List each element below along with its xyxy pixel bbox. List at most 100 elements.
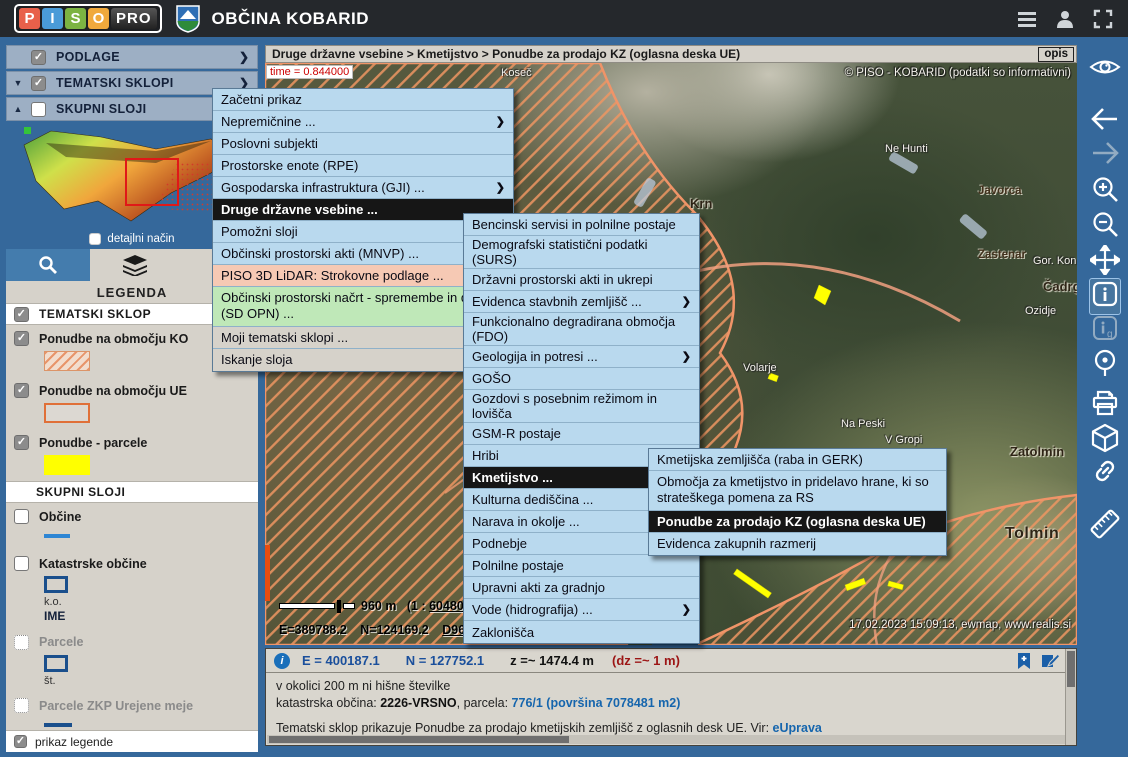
- scale-ratio-link[interactable]: 60480: [429, 599, 464, 613]
- map-place-label: Zatolmin: [1010, 444, 1064, 459]
- sidebar-panel-podlage[interactable]: ✓ PODLAGE ❯: [6, 45, 258, 69]
- horizontal-scrollbar[interactable]: [267, 735, 1065, 744]
- info-elevation-accuracy: (dz =~ 1 m): [612, 653, 680, 668]
- info-tool-active[interactable]: [1089, 278, 1121, 315]
- locate-icon[interactable]: [1091, 348, 1119, 378]
- skupni-sloji-checkbox[interactable]: ✓: [31, 102, 46, 117]
- parcele-zkp-checkbox[interactable]: ✓: [14, 698, 29, 713]
- arrow-back-icon[interactable]: [1090, 107, 1120, 131]
- vertical-scrollbar[interactable]: [1065, 649, 1076, 745]
- submenu-arrow-icon: ❯: [486, 115, 505, 128]
- municipality-crest-icon: [176, 5, 200, 33]
- menu-item[interactable]: Gospodarska infrastruktura (GJI) ...❯: [213, 177, 513, 199]
- page-title: OBČINA KOBARID: [212, 9, 369, 29]
- cube-3d-icon[interactable]: [1091, 423, 1119, 453]
- print-icon[interactable]: [1091, 390, 1119, 416]
- zoom-out-icon[interactable]: [1091, 210, 1119, 238]
- link-icon[interactable]: [1091, 457, 1119, 485]
- map-place-label: Ozidje: [1025, 305, 1056, 317]
- menu-item[interactable]: Bencinski servisi in polnilne postaje: [464, 214, 699, 236]
- info-line-address: v okolici 200 m ni hišne številke: [276, 678, 1066, 695]
- user-icon[interactable]: [1054, 8, 1076, 30]
- detail-mode-checkbox[interactable]: ✓: [89, 233, 101, 245]
- swatch-sublabel: IME: [44, 609, 258, 625]
- menu-item[interactable]: GSM-R postaje: [464, 423, 699, 445]
- detail-mode-label: detajlni način: [107, 233, 174, 245]
- katastrske-obcine-checkbox[interactable]: ✓: [14, 556, 29, 571]
- menu-item[interactable]: Državni prostorski akti in ukrepi: [464, 269, 699, 291]
- menu-item[interactable]: Prostorske enote (RPE): [213, 155, 513, 177]
- menu-item[interactable]: GOŠO: [464, 368, 699, 390]
- parcel-link[interactable]: 776/1 (površina 7078481 m2): [512, 696, 681, 710]
- ponudbe-ko-checkbox[interactable]: ✓: [14, 331, 29, 346]
- opis-button[interactable]: opis: [1038, 47, 1074, 62]
- menu-item[interactable]: Kmetijska zemljišča (raba in GERK): [649, 449, 946, 471]
- chevron-down-icon[interactable]: ▼: [11, 78, 25, 88]
- menu-item[interactable]: Zaklonišča: [464, 621, 699, 643]
- map-place-label: Na Peski: [841, 418, 885, 430]
- menu-item[interactable]: Začetni prikaz: [213, 89, 513, 111]
- menu-item[interactable]: Poslovni subjekti: [213, 133, 513, 155]
- tematski-sklop-checkbox[interactable]: ✓: [14, 307, 29, 322]
- tab-layers[interactable]: [90, 249, 180, 281]
- swatch-rect-outline: [44, 576, 68, 593]
- map-place-label: Gor. Kon: [1033, 255, 1076, 267]
- map-place-label: Koseč: [501, 67, 532, 79]
- menu-item[interactable]: Gozdovi s posebnim režimom in lovišča: [464, 390, 699, 423]
- skupni-sloji-label: SKUPNI SLOJI: [56, 102, 146, 116]
- menu-item[interactable]: Nepremičnine ...❯: [213, 111, 513, 133]
- coord-e: E=389788.2: [279, 623, 347, 637]
- menu-icon[interactable]: [1016, 8, 1038, 30]
- podlage-checkbox[interactable]: ✓: [31, 50, 46, 65]
- zoom-in-icon[interactable]: [1091, 175, 1119, 203]
- breadcrumb-bar: Druge državne vsebine > Kmetijstvo > Pon…: [265, 45, 1077, 63]
- prikaz-legende-row[interactable]: ✓ prikaz legende: [6, 730, 258, 752]
- obcine-checkbox[interactable]: ✓: [14, 509, 29, 524]
- ponudbe-parcele-checkbox[interactable]: ✓: [14, 435, 29, 450]
- piso-app: P I S O PRO OBČINA KOBARID ✓ PODLAGE ❯ ▼…: [0, 0, 1128, 757]
- parcele-checkbox[interactable]: ✓: [14, 635, 29, 650]
- scrollbar-thumb[interactable]: [269, 736, 569, 743]
- datum-link[interactable]: D96: [442, 623, 465, 637]
- euprava-link[interactable]: eUprava: [773, 721, 822, 735]
- info-line-parcel: katastrska občina: 2226-VRSNO, parcela: …: [276, 695, 1066, 712]
- render-time-label: time = 0.844000: [266, 65, 353, 79]
- menu-item[interactable]: Funkcionalno degradirana območja (FDO): [464, 313, 699, 346]
- info-elevation: z =~ 1474.4 m: [510, 653, 594, 668]
- chevron-right-icon: ❯: [239, 50, 249, 64]
- pan-icon[interactable]: [1090, 245, 1120, 275]
- bookmark-add-icon[interactable]: [1016, 652, 1032, 670]
- swatch-rect-outline: [44, 655, 68, 672]
- arrow-forward-icon[interactable]: [1090, 141, 1120, 165]
- menu-item[interactable]: Upravni akti za gradnjo: [464, 577, 699, 599]
- edit-note-icon[interactable]: [1040, 652, 1060, 670]
- cadastral-municipality-value: 2226-VRSNO: [380, 696, 456, 710]
- menu-item[interactable]: Evidenca zakupnih razmerij: [649, 533, 946, 555]
- cursor-coordinates: E=389788.2 N=124169.2 D96: [279, 623, 465, 637]
- fullscreen-icon[interactable]: [1092, 8, 1114, 30]
- chevron-up-icon[interactable]: ▲: [11, 104, 25, 114]
- legend-item-label: Katastrske občine: [39, 557, 147, 571]
- ruler-icon[interactable]: [1088, 507, 1122, 541]
- menu-item[interactable]: Vode (hidrografija) ...❯: [464, 599, 699, 621]
- eye-icon[interactable]: [1089, 55, 1121, 79]
- logo-pro-label: PRO: [111, 8, 157, 29]
- menu-item[interactable]: Območja za kmetijstvo in pridelavo hrane…: [649, 471, 946, 511]
- swatch-sublabel: k.o.: [44, 595, 258, 609]
- menu-item[interactable]: Demografski statistični podatki (SURS): [464, 236, 699, 269]
- legend-item-ponudbe-ue: ✓Ponudbe na območju UE: [6, 377, 258, 429]
- tab-search[interactable]: [6, 249, 90, 281]
- swatch-line-blue: [44, 534, 70, 538]
- scale-bar-segment: [279, 603, 335, 609]
- scale-bar-segment: [343, 603, 355, 609]
- menu-item[interactable]: Geologija in potresi ...❯: [464, 346, 699, 368]
- menu-item[interactable]: Evidenca stavbnih zemljišč ...❯: [464, 291, 699, 313]
- tematski-sklopi-checkbox[interactable]: ✓: [31, 76, 46, 91]
- prikaz-legende-checkbox[interactable]: ✓: [14, 735, 27, 748]
- scrollbar-thumb[interactable]: [1067, 651, 1075, 687]
- info-group-icon[interactable]: g: [1092, 315, 1118, 341]
- ponudbe-ue-checkbox[interactable]: ✓: [14, 383, 29, 398]
- menu-item[interactable]: Polnilne postaje: [464, 555, 699, 577]
- menu-item-selected[interactable]: Ponudbe za prodajo KZ (oglasna deska UE): [649, 511, 946, 533]
- submenu-arrow-icon: ❯: [486, 181, 505, 194]
